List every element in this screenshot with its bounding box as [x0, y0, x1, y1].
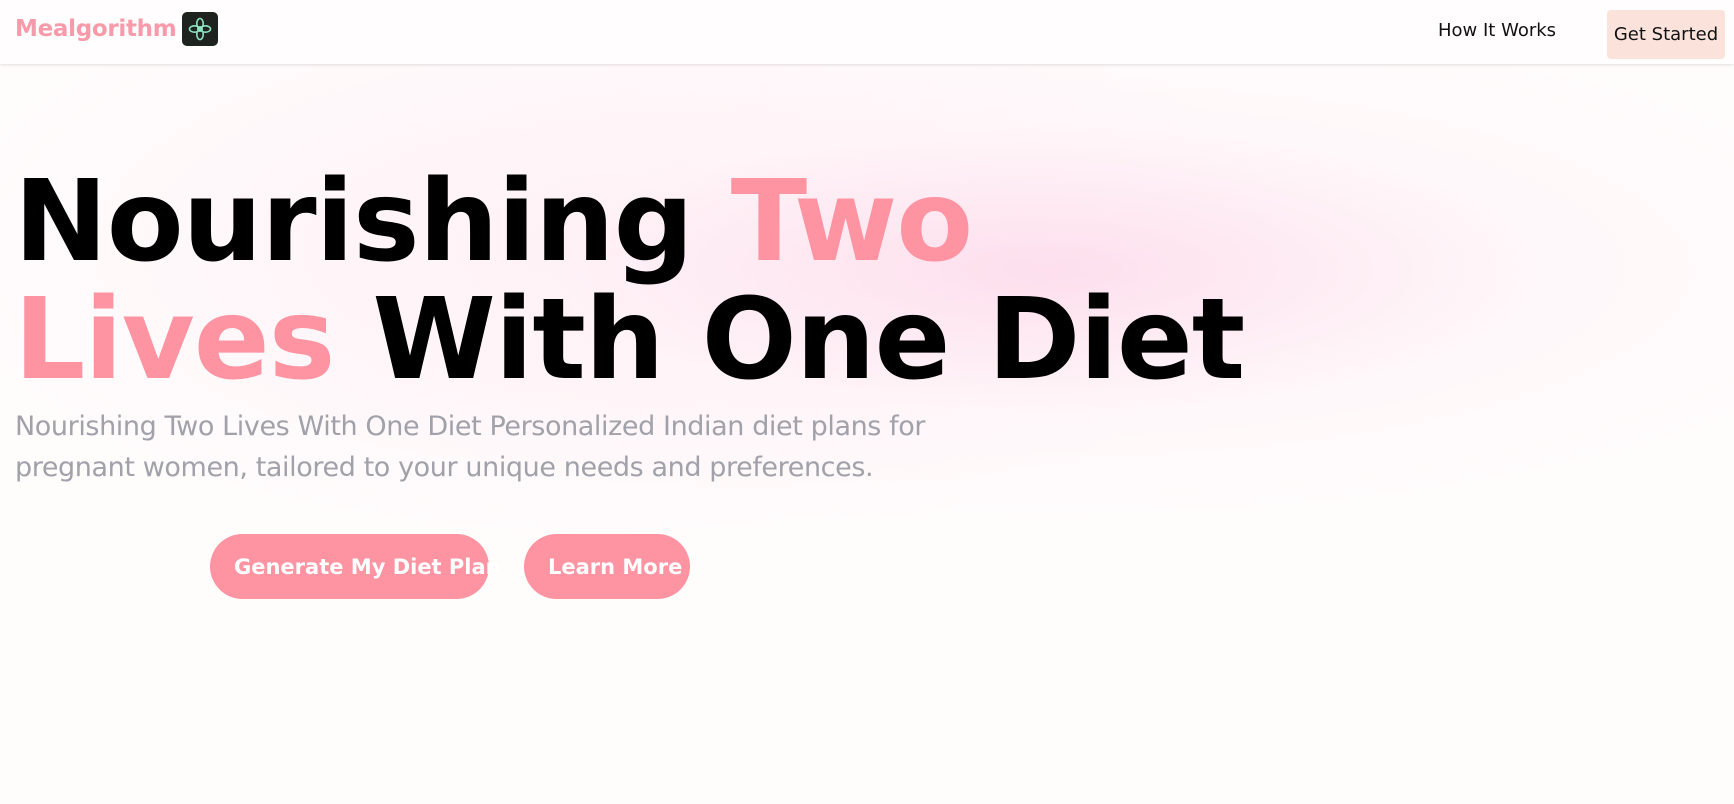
brand[interactable]: Mealgorithm	[15, 12, 219, 46]
get-started-button[interactable]: Get Started	[1607, 10, 1725, 59]
hero-title: Nourishing Two Lives With One Diet	[14, 163, 1264, 399]
brand-name: Mealgorithm	[15, 16, 177, 42]
flower-icon	[182, 12, 219, 46]
navbar: Mealgorithm How It Works Get Started	[0, 0, 1734, 64]
learn-more-button[interactable]: Learn More	[524, 534, 690, 599]
generate-diet-plan-button[interactable]: Generate My Diet Plan	[210, 534, 501, 599]
hero-title-accent-lives: Lives	[14, 275, 335, 405]
nav-link-how-it-works[interactable]: How It Works	[1438, 20, 1556, 41]
page: Mealgorithm How It Works Get Started Nou…	[0, 0, 1734, 804]
hero-title-part1: Nourishing	[14, 157, 731, 287]
hero-title-part2: With One Diet	[334, 275, 1245, 405]
hero-subtitle: Nourishing Two Lives With One Diet Perso…	[15, 411, 926, 483]
hero-title-accent-two: Two	[730, 157, 974, 287]
